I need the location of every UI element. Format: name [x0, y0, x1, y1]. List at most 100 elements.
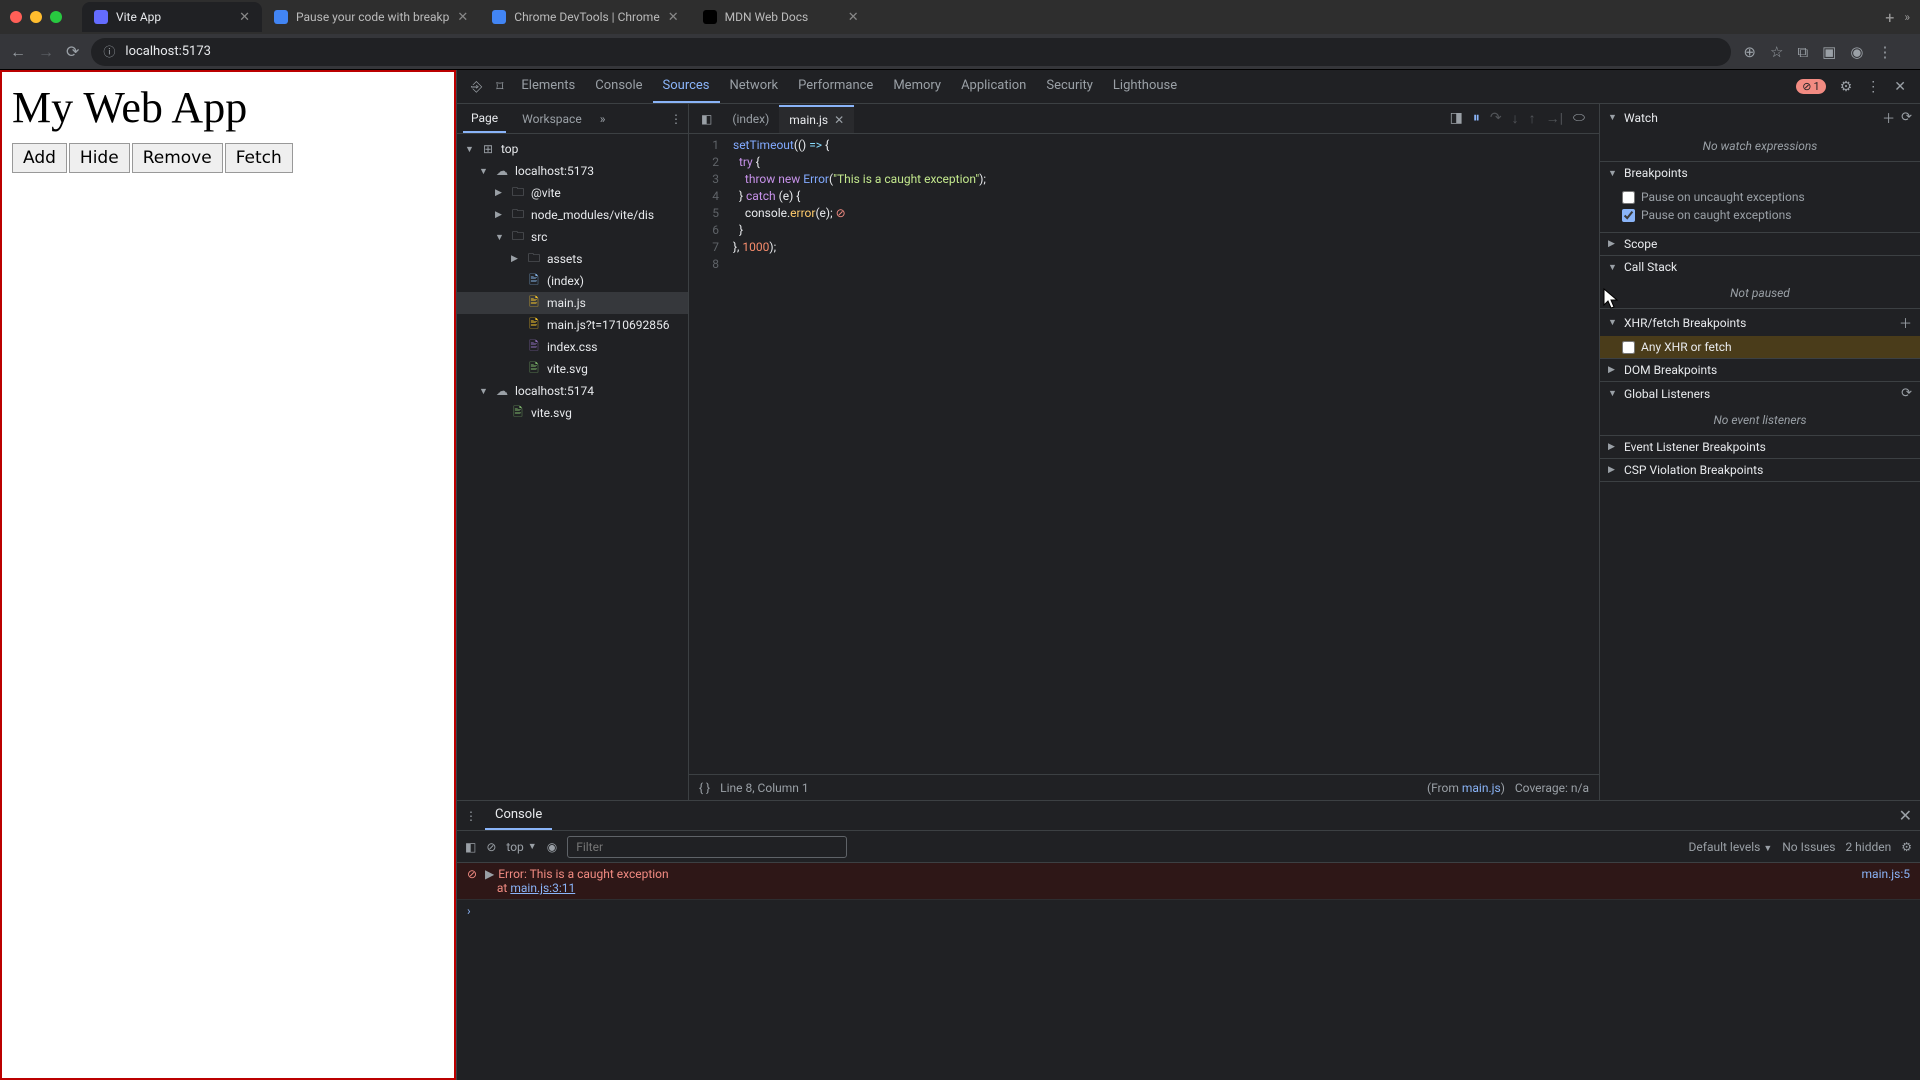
device-toolbar-icon[interactable]: ⌑ — [490, 73, 509, 101]
menu-icon[interactable]: ⋮ — [1877, 43, 1892, 61]
error-count-badge[interactable]: ⊘1 — [1796, 79, 1825, 94]
file-tree[interactable]: ▼⊞top▼☁localhost:5173▶🗀@vite▶🗀node_modul… — [457, 134, 688, 800]
editor-tab[interactable]: (index) — [722, 105, 779, 133]
drawer-menu-icon[interactable]: ⋮ — [465, 809, 477, 823]
tree-row[interactable]: ▼☁localhost:5174 — [457, 380, 688, 402]
scope-section-header[interactable]: ▶Scope — [1600, 233, 1920, 255]
step-into-button[interactable]: ↓ — [1512, 110, 1519, 127]
hide-button[interactable]: Hide — [69, 143, 130, 173]
panel-tab-performance[interactable]: Performance — [788, 70, 883, 103]
console-prompt[interactable]: › — [457, 900, 1920, 922]
side-panel-icon[interactable]: ▣ — [1822, 43, 1836, 61]
tree-row[interactable]: ▶🗀node_modules/vite/dis — [457, 204, 688, 226]
browser-tab[interactable]: Pause your code with breakp✕ — [262, 2, 480, 32]
remove-button[interactable]: Remove — [132, 143, 223, 173]
back-button[interactable]: ← — [10, 42, 26, 62]
add-button[interactable]: Add — [12, 143, 67, 173]
source-origin-link[interactable]: main.js — [1462, 781, 1501, 795]
add-watch-icon[interactable]: ＋ — [1882, 108, 1895, 127]
browser-tab[interactable]: Chrome DevTools | Chrome✕ — [480, 2, 690, 32]
xhr-breakpoints-header[interactable]: ▼XHR/fetch Breakpoints ＋ — [1600, 309, 1920, 336]
close-devtools-icon[interactable]: ✕ — [1888, 73, 1912, 101]
console-filter-input[interactable] — [567, 836, 847, 858]
tree-row[interactable]: 🖹vite.svg — [457, 402, 688, 424]
csp-breakpoints-header[interactable]: ▶CSP Violation Breakpoints — [1600, 459, 1920, 481]
navigator-menu-icon[interactable]: ⋮ — [670, 112, 682, 126]
global-listeners-header[interactable]: ▼Global Listeners ⟳ — [1600, 382, 1920, 405]
close-window-button[interactable] — [10, 11, 22, 23]
any-xhr-checkbox[interactable]: Any XHR or fetch — [1600, 336, 1920, 358]
sources-page-tab[interactable]: Page — [463, 105, 506, 133]
watch-section-header[interactable]: ▼Watch ＋ ⟳ — [1600, 104, 1920, 131]
close-tab-icon[interactable]: ✕ — [457, 10, 468, 25]
toggle-navigator-icon[interactable]: ◧ — [695, 112, 718, 126]
stack-link[interactable]: main.js:3:11 — [510, 881, 575, 895]
callstack-section-header[interactable]: ▼Call Stack — [1600, 256, 1920, 278]
forward-button[interactable]: → — [38, 42, 54, 62]
pretty-print-icon[interactable]: { } — [699, 781, 710, 795]
profile-icon[interactable]: ◉ — [1850, 43, 1863, 61]
refresh-listeners-icon[interactable]: ⟳ — [1901, 386, 1912, 401]
panel-tab-application[interactable]: Application — [951, 70, 1036, 103]
panel-tab-lighthouse[interactable]: Lighthouse — [1103, 70, 1187, 103]
settings-icon[interactable]: ⚙ — [1834, 73, 1859, 101]
tree-row[interactable]: ▶🗀@vite — [457, 182, 688, 204]
console-settings-icon[interactable]: ⚙ — [1901, 840, 1912, 854]
pause-script-button[interactable]: ⏸ — [1473, 110, 1480, 127]
step-out-button[interactable]: ↑ — [1529, 110, 1536, 127]
panel-tab-elements[interactable]: Elements — [511, 70, 585, 103]
hidden-count[interactable]: 2 hidden — [1845, 840, 1891, 854]
live-expression-icon[interactable]: ◉ — [547, 840, 557, 854]
fetch-button[interactable]: Fetch — [225, 143, 293, 173]
panel-tab-console[interactable]: Console — [585, 70, 652, 103]
add-xhr-breakpoint-icon[interactable]: ＋ — [1899, 313, 1912, 332]
extensions-icon[interactable]: ⧉ — [1797, 43, 1808, 61]
panel-tab-security[interactable]: Security — [1036, 70, 1103, 103]
pause-uncaught-checkbox[interactable]: Pause on uncaught exceptions — [1622, 188, 1912, 206]
toggle-console-sidebar-icon[interactable]: ◧ — [465, 840, 476, 854]
panel-tab-sources[interactable]: Sources — [653, 70, 720, 103]
tree-row[interactable]: 🖹main.js?t=1710692856 — [457, 314, 688, 336]
step-button[interactable]: →| — [1546, 110, 1563, 127]
panel-tab-memory[interactable]: Memory — [883, 70, 951, 103]
inspect-element-icon[interactable]: ⎆ — [465, 73, 488, 101]
close-tab-icon[interactable]: ✕ — [239, 10, 250, 25]
editor-tab[interactable]: main.js✕ — [779, 105, 854, 133]
more-icon[interactable]: ⋮ — [1860, 73, 1886, 101]
sources-workspace-tab[interactable]: Workspace — [514, 106, 590, 132]
breakpoints-section-header[interactable]: ▼Breakpoints — [1600, 162, 1920, 184]
console-tab[interactable]: Console — [485, 801, 552, 830]
log-levels-selector[interactable]: Default levels ▼ — [1689, 840, 1773, 854]
event-breakpoints-header[interactable]: ▶Event Listener Breakpoints — [1600, 436, 1920, 458]
panel-tab-network[interactable]: Network — [720, 70, 789, 103]
zoom-icon[interactable]: ⊕ — [1743, 43, 1756, 61]
maximize-window-button[interactable] — [50, 11, 62, 23]
reload-button[interactable]: ⟳ — [66, 42, 79, 61]
clear-console-icon[interactable]: ⊘ — [486, 840, 496, 854]
tree-row[interactable]: 🖹main.js — [457, 292, 688, 314]
address-bar[interactable]: ⓘ localhost:5173 — [91, 38, 1731, 66]
more-subtabs-icon[interactable]: » — [600, 112, 606, 126]
tree-row[interactable]: 🖹vite.svg — [457, 358, 688, 380]
tree-row[interactable]: 🖹(index) — [457, 270, 688, 292]
tree-row[interactable]: ▼☁localhost:5173 — [457, 160, 688, 182]
close-tab-icon[interactable]: ✕ — [848, 10, 859, 25]
minimize-window-button[interactable] — [30, 11, 42, 23]
browser-tab[interactable]: MDN Web Docs✕ — [691, 2, 871, 32]
tree-row[interactable]: ▶🗀assets — [457, 248, 688, 270]
toggle-debugger-pane-icon[interactable]: ◨ — [1450, 110, 1463, 127]
deactivate-breakpoints-button[interactable]: ⬭ — [1573, 110, 1585, 127]
new-tab-button[interactable]: + — [1875, 8, 1904, 27]
step-over-button[interactable]: ↷ — [1490, 110, 1502, 127]
close-editor-tab-icon[interactable]: ✕ — [834, 113, 844, 127]
refresh-watch-icon[interactable]: ⟳ — [1901, 110, 1912, 125]
code-editor[interactable]: 12345678 setTimeout(() => { try { throw … — [689, 134, 1599, 774]
close-drawer-icon[interactable]: ✕ — [1899, 806, 1912, 825]
dom-breakpoints-header[interactable]: ▶DOM Breakpoints — [1600, 359, 1920, 381]
issues-button[interactable]: No Issues — [1782, 840, 1835, 854]
tree-row[interactable]: 🖹index.css — [457, 336, 688, 358]
source-link[interactable]: main.js:5 — [1862, 867, 1910, 881]
pause-caught-checkbox[interactable]: Pause on caught exceptions — [1622, 206, 1912, 224]
browser-tab[interactable]: Vite App✕ — [82, 2, 262, 32]
execution-context-selector[interactable]: top ▼ — [506, 840, 536, 854]
